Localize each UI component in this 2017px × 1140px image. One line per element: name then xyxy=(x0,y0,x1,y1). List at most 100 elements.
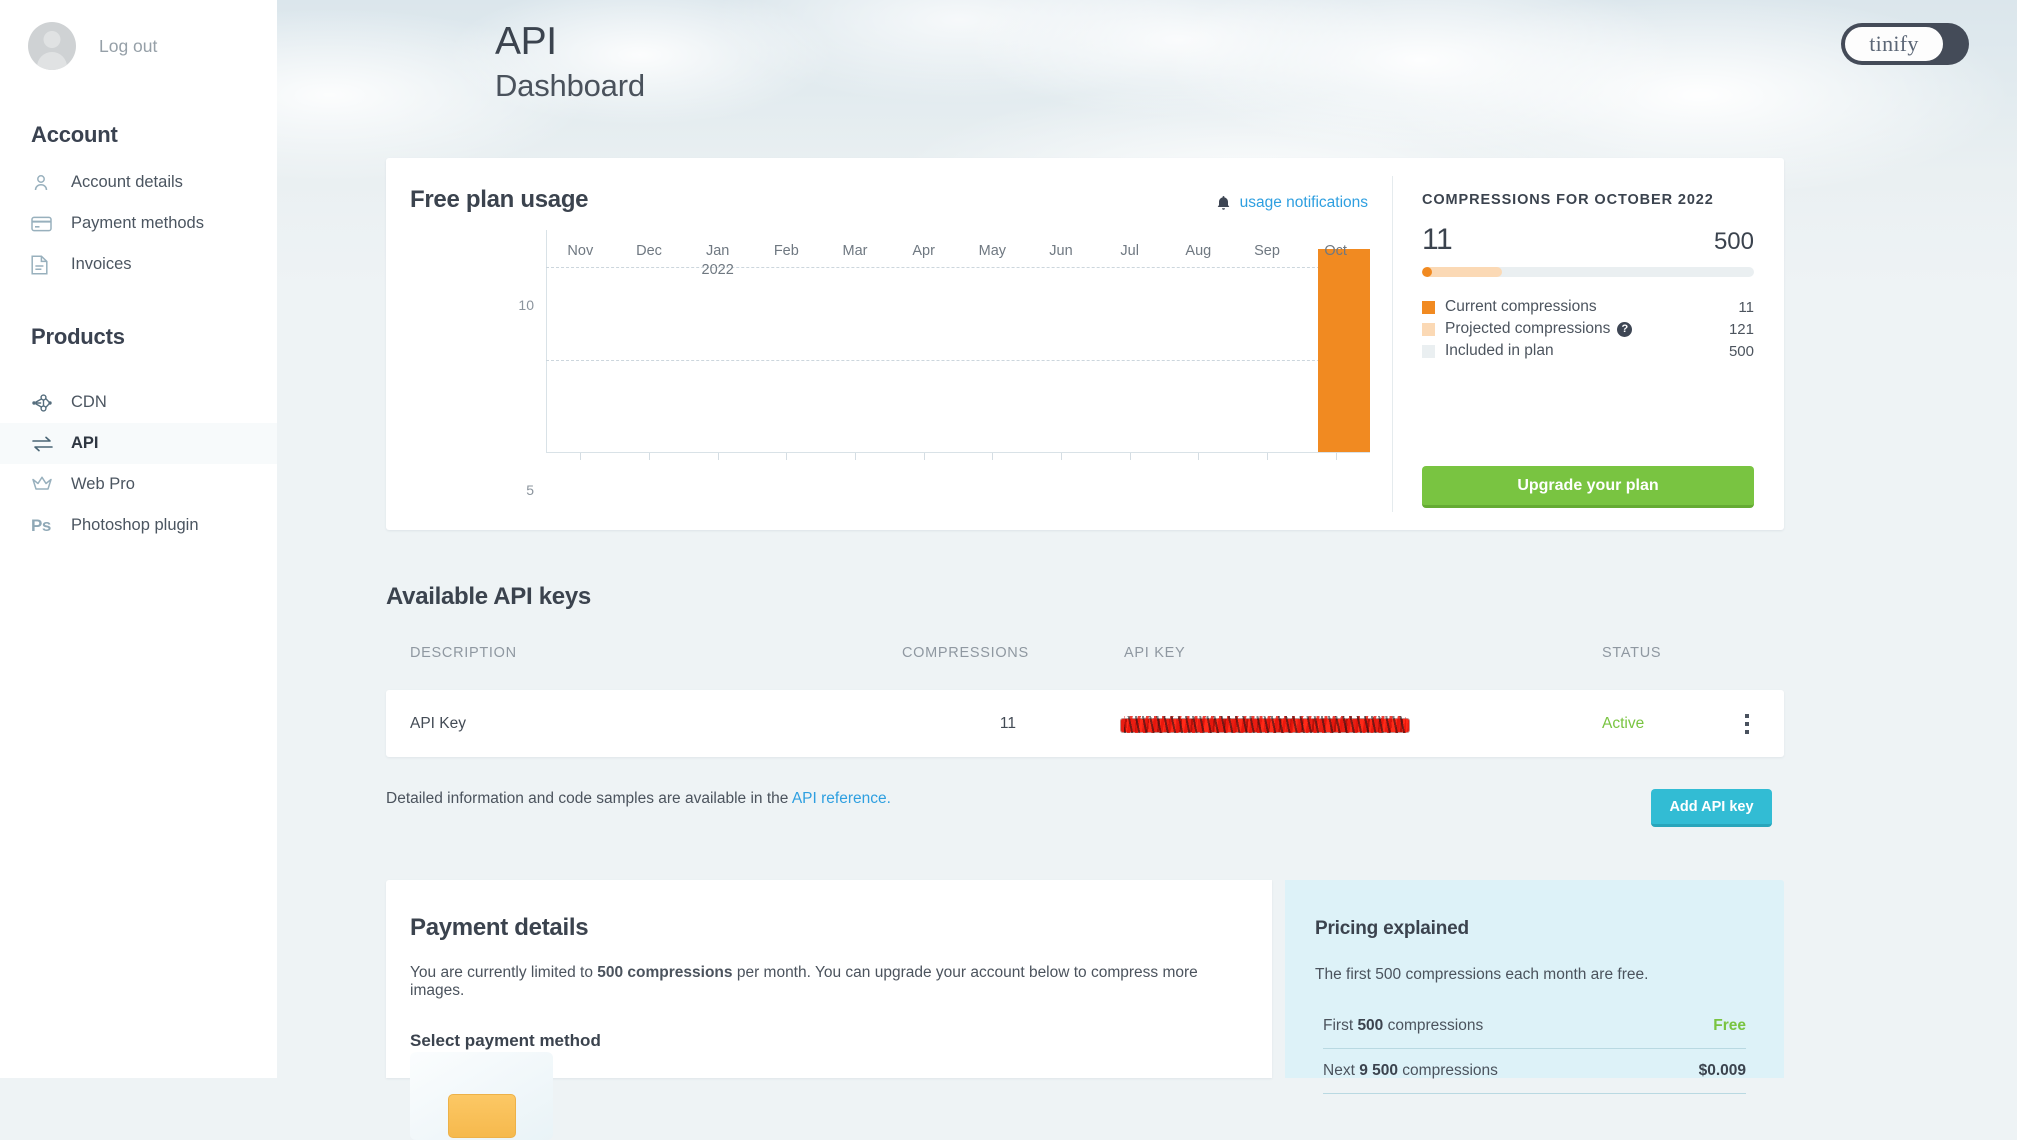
legend-label: Current compressions xyxy=(1445,298,1738,316)
legend-row: Current compressions 11 xyxy=(1422,296,1754,318)
page-title: API xyxy=(495,20,557,63)
x-axis-label: Jul xyxy=(1120,243,1139,259)
pricing-row-label: First 500 compressions xyxy=(1323,1017,1484,1034)
logout-button[interactable]: Log out xyxy=(99,36,157,57)
row-menu-icon[interactable] xyxy=(1736,711,1758,737)
sidebar-item-label: Web Pro xyxy=(71,475,135,493)
x-axis-tick xyxy=(580,453,582,460)
pricing-row: Next 9 500 compressions $0.009 xyxy=(1323,1049,1746,1094)
usage-notifications-label: usage notifications xyxy=(1239,194,1368,211)
upgrade-plan-button[interactable]: Upgrade your plan xyxy=(1422,466,1754,508)
sidebar-item-web-pro[interactable]: Web Pro xyxy=(0,464,277,505)
user-row: Log out xyxy=(28,22,157,70)
sidebar: Log out Account Account details Payment … xyxy=(0,0,277,1078)
sidebar-heading-products: Products xyxy=(31,324,125,349)
summary-heading: COMPRESSIONS FOR OCTOBER 2022 xyxy=(1422,192,1714,208)
x-axis-label: Sep xyxy=(1254,243,1280,259)
cell-description: API Key xyxy=(410,714,466,732)
usage-bar-chart: 5 10 Nov Dec Jan 2022 Feb Mar Apr May Jun Jul Aug Se… xyxy=(518,230,1370,498)
column-header-api-key: API KEY xyxy=(1124,645,1186,661)
x-axis-label: Aug xyxy=(1185,243,1212,259)
x-axis-label: Mar xyxy=(842,243,868,259)
pricing-explained-description: The first 500 compressions each month ar… xyxy=(1315,966,1649,983)
sidebar-item-photoshop-plugin[interactable]: Ps Photoshop plugin xyxy=(0,505,277,546)
legend-label-text: Included in plan xyxy=(1445,342,1554,359)
pricing-rows: First 500 compressions Free Next 9 500 com… xyxy=(1315,1004,1754,1094)
legend-swatch xyxy=(1422,322,1435,336)
summary-numbers: 11 500 xyxy=(1422,223,1754,257)
x-axis-label: Jun xyxy=(1049,243,1073,259)
x-axis-tick xyxy=(923,453,925,460)
table-row[interactable]: API Key 11 xxxxxxxxxxxxxxxxxxxxxxxxxxxxx… xyxy=(386,690,1784,757)
sidebar-item-label: Payment methods xyxy=(71,214,204,232)
x-axis-tick xyxy=(1061,453,1062,460)
legend-label: Included in plan xyxy=(1445,342,1729,360)
gridline: 10 xyxy=(518,267,1370,313)
x-axis-tick xyxy=(1335,453,1337,460)
sidebar-item-cdn[interactable]: CDN xyxy=(0,382,277,423)
legend-value: 121 xyxy=(1728,320,1754,338)
x-axis-label: Nov xyxy=(567,243,594,259)
legend-label-text: Current compressions xyxy=(1445,298,1597,315)
column-header-description: DESCRIPTION xyxy=(410,645,517,661)
pricing-row-value: Free xyxy=(1713,1017,1746,1034)
x-axis-label: Dec xyxy=(636,243,662,259)
legend-label-text: Projected compressions xyxy=(1445,320,1611,337)
usage-chart-pane: Free plan usage usage notifications 5 10 … xyxy=(386,158,1392,530)
bell-icon xyxy=(1216,195,1231,211)
legend-value: 11 xyxy=(1738,298,1754,316)
payment-method-option[interactable] xyxy=(410,1052,553,1140)
chart-title: Free plan usage xyxy=(410,186,589,213)
x-axis-tick xyxy=(1129,453,1131,460)
main-content: API Dashboard tinify Free plan usage usa… xyxy=(277,0,2017,1140)
pricing-row-value: $0.009 xyxy=(1698,1062,1746,1079)
progress-projected-fill xyxy=(1422,267,1503,277)
api-keys-table-header: DESCRIPTION COMPRESSIONS API KEY STATUS xyxy=(386,645,1784,667)
api-reference-link[interactable]: API reference. xyxy=(792,790,891,807)
sidebar-item-label: Photoshop plugin xyxy=(71,516,199,534)
x-axis-year-label: 2022 xyxy=(701,262,734,278)
sidebar-item-label: Invoices xyxy=(71,255,132,273)
chart-bar[interactable] xyxy=(1317,248,1370,452)
x-axis-tick xyxy=(717,453,719,460)
crown-icon xyxy=(31,474,57,496)
tinify-logo[interactable]: tinify xyxy=(1841,23,1969,65)
sidebar-item-invoices[interactable]: Invoices xyxy=(0,244,277,285)
x-axis-tick xyxy=(1267,453,1268,460)
legend-label: Projected compressions? xyxy=(1445,320,1729,338)
pricing-explained-card: Pricing explained The first 500 compress… xyxy=(1285,880,1784,1094)
avatar xyxy=(28,22,76,70)
sidebar-item-api[interactable]: API xyxy=(0,423,277,464)
legend-row: Projected compressions? 121 xyxy=(1422,318,1754,340)
sidebar-section-account: Account details Payment methods Invoices xyxy=(0,162,277,285)
sidebar-item-payment-methods[interactable]: Payment methods xyxy=(0,203,277,244)
column-header-compressions: COMPRESSIONS xyxy=(902,645,1029,661)
help-icon[interactable]: ? xyxy=(1617,321,1633,337)
credit-card-icon xyxy=(447,1094,516,1138)
api-keys-section-title: Available API keys xyxy=(386,583,591,610)
payment-desc-prefix: You are currently limited to xyxy=(410,964,598,981)
sidebar-heading-account: Account xyxy=(31,122,118,147)
logo-text: tinify xyxy=(1869,31,1919,56)
column-header-status: STATUS xyxy=(1602,645,1662,661)
status-badge: Active xyxy=(1602,714,1645,732)
usage-progress-bar xyxy=(1422,267,1754,277)
x-axis-label: May xyxy=(978,243,1007,259)
add-api-key-button[interactable]: Add API key xyxy=(1651,789,1772,827)
current-compressions-value: 11 xyxy=(1422,223,1453,256)
chart-x-axis xyxy=(546,452,1370,460)
x-axis-tick xyxy=(992,453,994,460)
select-payment-method-label: Select payment method xyxy=(410,1031,601,1050)
y-axis-tick-label: 10 xyxy=(518,297,534,313)
photoshop-icon: Ps xyxy=(31,515,51,535)
x-axis-label: Jan 2022 xyxy=(701,243,734,278)
gridline: 5 xyxy=(526,359,1370,498)
cell-api-key[interactable]: xxxxxxxxxxxxxxxxxxxxxxxxxxxxxxxx xyxy=(1121,715,1409,733)
sidebar-item-label: API xyxy=(71,434,99,452)
sidebar-item-account-details[interactable]: Account details xyxy=(0,162,277,203)
usage-notifications-link[interactable]: usage notifications xyxy=(1216,194,1368,212)
legend-row: Included in plan 500 xyxy=(1422,340,1754,362)
x-axis-tick xyxy=(786,453,788,460)
document-icon xyxy=(31,254,57,276)
x-axis-tick xyxy=(1198,453,1200,460)
